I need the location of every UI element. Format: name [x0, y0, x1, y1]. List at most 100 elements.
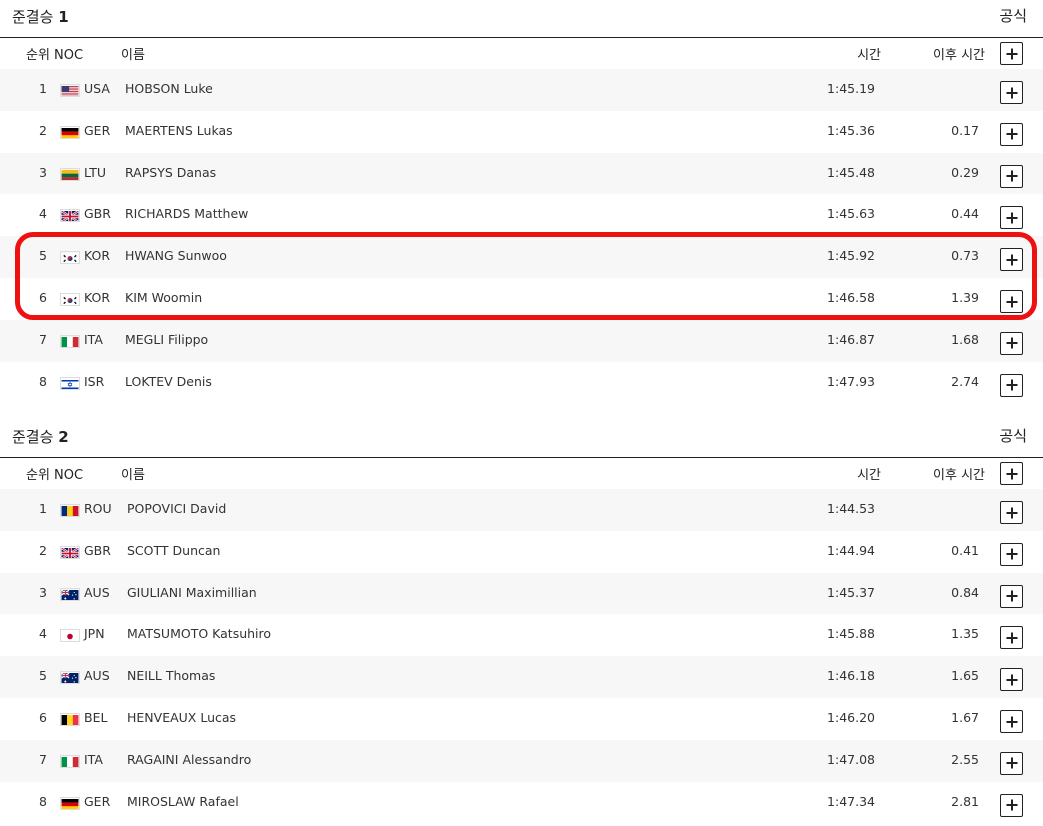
usa-flag-icon [60, 84, 80, 97]
athlete-name: MATSUMOTO Katsuhiro [127, 626, 272, 642]
race-time: 1:45.37 [827, 584, 875, 600]
noc-code: AUS [84, 668, 110, 684]
race-time: 1:46.58 [827, 290, 875, 305]
time-behind: 0.17 [951, 122, 979, 138]
athlete-name: RAPSYS Danas [125, 164, 217, 180]
noc-code: ISR [84, 373, 105, 389]
race-time: 1:45.63 [827, 206, 875, 222]
name-header: 이름 [121, 468, 145, 483]
athlete-name: RICHARDS Matthew [125, 206, 249, 222]
rank: 6 [39, 290, 47, 305]
expand-row-button[interactable] [1000, 751, 1023, 775]
expand-row-button[interactable] [1000, 164, 1023, 188]
expand-row-button[interactable] [1000, 542, 1023, 566]
race-time: 1:47.08 [827, 751, 875, 767]
race-time: 1:45.48 [827, 164, 875, 180]
result-row: 5 AUS NEILL Thomas 1:46.18 1.65 [0, 656, 1043, 698]
result-row: 6 BEL HENVEAUX Lucas 1:46.20 1.67 [0, 698, 1043, 740]
athlete-name: SCOTT Duncan [127, 542, 221, 558]
noc-code: GER [84, 122, 111, 138]
race-time: 1:45.92 [827, 248, 875, 264]
section-header: 준결승 1 공식 [0, 0, 1043, 38]
expand-row-button[interactable] [1000, 501, 1023, 524]
expand-row-button[interactable] [1000, 373, 1023, 397]
rank-noc-header: 순위 NOC [26, 48, 84, 63]
race-time: 1:46.87 [827, 331, 875, 347]
rank: 2 [39, 542, 47, 558]
expand-row-button[interactable] [1000, 584, 1023, 608]
isr-flag-icon [60, 376, 80, 390]
official-label: 공식 [999, 427, 1027, 445]
race-time: 1:46.20 [827, 710, 875, 725]
gbr-flag-icon [60, 209, 80, 223]
expand-row-button[interactable] [1000, 710, 1023, 733]
athlete-name: POPOVICI David [127, 501, 227, 516]
expand-all-button[interactable] [1000, 42, 1023, 65]
expand-row-button[interactable] [1000, 206, 1023, 230]
official-label: 공식 [999, 7, 1027, 25]
time-behind: 0.41 [951, 542, 979, 558]
behind-header: 이후 시간 [933, 48, 985, 63]
noc-code: KOR [84, 290, 111, 305]
expand-row-button[interactable] [1000, 793, 1023, 817]
rank: 2 [39, 122, 47, 138]
bel-flag-icon [60, 713, 80, 726]
time-behind: 1.65 [951, 668, 979, 684]
expand-row-button[interactable] [1000, 122, 1023, 146]
rank: 8 [39, 793, 47, 809]
athlete-name: GIULIANI Maximillian [127, 584, 257, 600]
time-behind: 1.39 [951, 290, 979, 305]
athlete-name: MAERTENS Lukas [125, 122, 233, 138]
time-behind: 0.73 [951, 248, 979, 264]
athlete-name: MIROSLAW Rafael [127, 793, 239, 809]
result-row: 1 USA HOBSON Luke 1:45.19 [0, 69, 1043, 111]
noc-code: LTU [84, 164, 107, 180]
time-behind: 2.55 [951, 751, 979, 767]
athlete-name: HWANG Sunwoo [125, 248, 227, 264]
jpn-flag-icon [60, 629, 80, 643]
expand-row-button[interactable] [1000, 248, 1023, 272]
time-header: 시간 [857, 48, 881, 63]
athlete-name: HOBSON Luke [125, 81, 213, 96]
time-header: 시간 [857, 468, 881, 483]
result-row: 3 LTU RAPSYS Danas 1:45.48 0.29 [0, 152, 1043, 195]
result-row: 8 GER MIROSLAW Rafael 1:47.34 2.81 [0, 782, 1043, 824]
time-behind: 0.84 [951, 584, 979, 600]
rank: 7 [39, 751, 47, 767]
noc-code: KOR [84, 248, 111, 264]
semifinal-2-section: 준결승 2 공식 순위 NOC 이름 시간 이후 시간 1 ROU POPOVICI… [0, 420, 1043, 826]
rou-flag-icon [60, 504, 80, 517]
expand-row-button[interactable] [1000, 331, 1023, 355]
noc-code: USA [84, 81, 110, 96]
athlete-name: HENVEAUX Lucas [127, 710, 237, 725]
expand-row-button[interactable] [1000, 290, 1023, 313]
kor-flag-icon [60, 251, 80, 265]
time-behind: 0.29 [951, 164, 979, 180]
race-time: 1:45.19 [827, 81, 875, 96]
result-row: 1 ROU POPOVICI David 1:44.53 [0, 489, 1043, 531]
aus-flag-icon [60, 671, 80, 685]
rank: 3 [39, 164, 47, 180]
ger-flag-icon [60, 125, 80, 139]
athlete-name: RAGAINI Alessandro [127, 751, 252, 767]
noc-code: JPN [84, 626, 105, 642]
race-time: 1:44.53 [827, 501, 875, 516]
gbr-flag-icon [60, 545, 80, 559]
column-header: 순위 NOC 이름 시간 이후 시간 [0, 458, 1043, 490]
athlete-name: LOKTEV Denis [125, 373, 212, 389]
time-behind: 2.74 [951, 373, 979, 389]
column-header: 순위 NOC 이름 시간 이후 시간 [0, 38, 1043, 70]
result-row: 6 KOR KIM Woomin 1:46.58 1.39 [0, 278, 1043, 320]
expand-row-button[interactable] [1000, 81, 1023, 104]
result-row: 7 ITA RAGAINI Alessandro 1:47.08 2.55 [0, 739, 1043, 782]
aus-flag-icon [60, 587, 80, 601]
expand-row-button[interactable] [1000, 668, 1023, 692]
rank: 4 [39, 206, 47, 222]
time-behind: 1.68 [951, 331, 979, 347]
noc-code: GER [84, 793, 111, 809]
time-behind: 0.44 [951, 206, 979, 222]
expand-all-button[interactable] [1000, 462, 1023, 485]
ltu-flag-icon [60, 167, 80, 181]
race-time: 1:46.18 [827, 668, 875, 684]
expand-row-button[interactable] [1000, 626, 1023, 650]
